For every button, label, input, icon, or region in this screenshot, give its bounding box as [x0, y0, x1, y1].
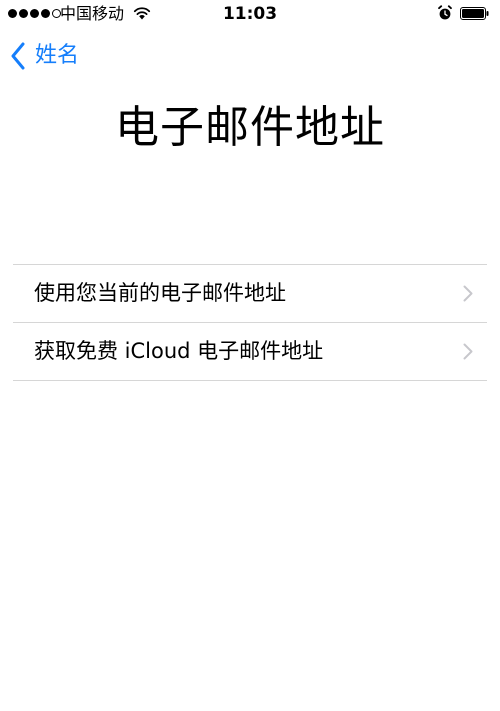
battery-icon	[460, 7, 489, 20]
alarm-icon	[438, 5, 452, 20]
chevron-right-icon	[463, 285, 473, 302]
back-button-label: 姓名	[35, 43, 80, 68]
chevron-right-icon	[463, 343, 473, 360]
status-time: 11:03	[222, 4, 278, 24]
back-button[interactable]: 姓名	[10, 40, 79, 72]
status-bar: 中国移动 11:03	[0, 0, 500, 28]
page-title: 电子邮件地址	[115, 102, 385, 153]
chevron-left-icon	[11, 42, 25, 70]
get-free-icloud-email-option[interactable]: 获取免费 iCloud 电子邮件地址	[13, 323, 487, 381]
email-options-list: 使用您当前的电子邮件地址 获取免费 iCloud 电子邮件地址	[13, 264, 487, 381]
use-current-email-label: 使用您当前的电子邮件地址	[34, 281, 286, 305]
get-free-icloud-email-label: 获取免费 iCloud 电子邮件地址	[34, 339, 324, 363]
use-current-email-option[interactable]: 使用您当前的电子邮件地址	[13, 265, 487, 323]
